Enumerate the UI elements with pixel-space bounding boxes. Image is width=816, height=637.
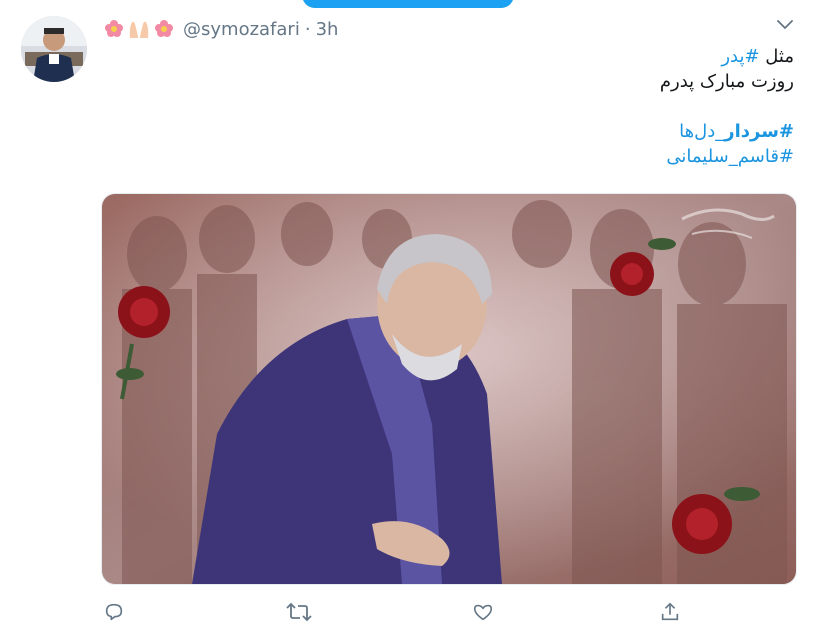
flower-emoji	[103, 18, 125, 40]
tweet-header: @symozafari · 3h	[103, 17, 338, 41]
avatar[interactable]	[21, 16, 87, 82]
tweet-media[interactable]	[101, 193, 797, 585]
hashtag-bold-part: #سردار	[724, 121, 794, 142]
chevron-down-icon[interactable]	[774, 14, 796, 36]
tweet-word: مثل	[765, 46, 794, 67]
hashtag-link[interactable]: #پدر	[721, 46, 759, 67]
tweet-time[interactable]: 3h	[316, 19, 339, 40]
tweet-line-1: مثل #پدر	[194, 44, 794, 69]
tweet-actions	[0, 598, 816, 626]
avatar-photo	[21, 16, 87, 82]
flower-emoji	[153, 18, 175, 40]
palms-emoji	[127, 18, 151, 40]
hashtag-link[interactable]: #سردار_دل‌ها	[194, 119, 794, 144]
hashtag-rest-part: _دل‌ها	[679, 121, 725, 142]
header-separator: ·	[304, 18, 311, 40]
tweet-photo	[102, 194, 796, 584]
reply-icon[interactable]	[100, 598, 128, 626]
like-icon[interactable]	[469, 598, 497, 626]
retweet-icon[interactable]	[285, 598, 313, 626]
tweet-line-2: روزت مبارک پدرم	[659, 71, 794, 92]
user-handle[interactable]: @symozafari	[183, 19, 300, 40]
hashtag-link[interactable]: #قاسم_سلیمانی	[194, 144, 794, 169]
new-tweets-pill[interactable]	[302, 0, 514, 8]
share-icon[interactable]	[656, 598, 684, 626]
tweet-text: مثل #پدر روزت مبارک پدرم #سردار_دل‌ها #ق…	[194, 44, 794, 169]
